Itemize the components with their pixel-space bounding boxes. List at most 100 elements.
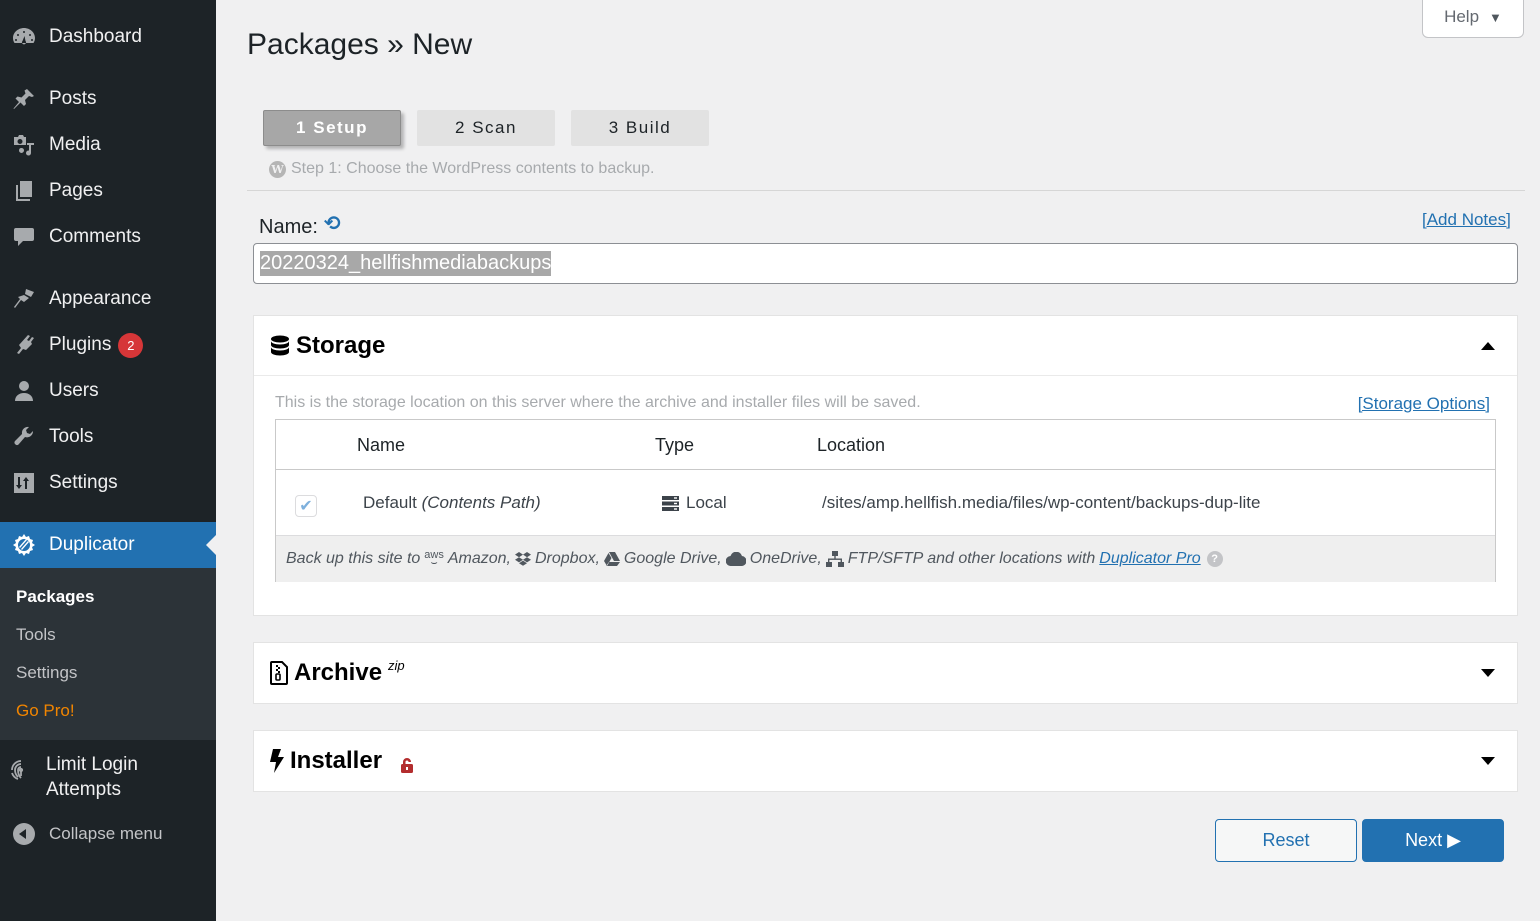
collapse-menu-button[interactable]: Collapse menu — [0, 811, 216, 857]
storage-panel-header[interactable]: Storage — [254, 316, 1517, 376]
storage-description: This is the storage location on this ser… — [275, 394, 921, 411]
aws-icon: aws ⌣ — [424, 549, 444, 569]
package-name-value: 20220324_hellfishmediabackups — [260, 251, 552, 276]
reset-name-icon[interactable]: ⟲ — [324, 211, 341, 236]
step-scan[interactable]: 2 Scan — [417, 110, 555, 146]
upsell-dropbox: Dropbox, — [535, 550, 600, 567]
google-drive-icon — [603, 552, 620, 566]
sidebar-item-appearance[interactable]: Appearance — [0, 276, 216, 322]
submenu-item-settings[interactable]: Settings — [16, 663, 77, 683]
sidebar-item-settings[interactable]: Settings — [0, 460, 216, 506]
sidebar-item-tools[interactable]: Tools — [0, 414, 216, 460]
submenu-item-packages[interactable]: Packages — [16, 587, 94, 607]
storage-pro-upsell: Back up this site to aws ⌣ Amazon, Dropbo… — [276, 535, 1495, 582]
step-description-text: Step 1: Choose the WordPress contents to… — [291, 160, 655, 177]
sidebar-label: Limit Login Attempts — [46, 754, 138, 800]
column-header-name: Name — [357, 435, 406, 455]
expand-down-icon[interactable] — [1481, 757, 1495, 765]
name-label: Name: ⟲ — [259, 213, 341, 239]
sidebar-item-posts[interactable]: Posts — [0, 76, 216, 122]
sidebar-item-users[interactable]: Users — [0, 368, 216, 414]
storage-title: Storage — [270, 332, 385, 360]
upsell-prefix: Back up this site to — [286, 550, 421, 567]
storage-panel: Storage This is the storage location on … — [253, 315, 1518, 616]
table-header: Name Type Location — [276, 420, 1495, 470]
storage-table: Name Type Location ✔ Default (Contents P… — [275, 419, 1496, 582]
upsell-gdrive: Google Drive, — [623, 550, 722, 567]
dropbox-icon — [515, 552, 531, 566]
archive-panel-header[interactable]: Archive zip — [254, 643, 1517, 703]
sidebar-label: Media — [49, 134, 101, 155]
storage-options-link[interactable]: [Storage Options] — [1358, 394, 1490, 414]
duplicator-pro-link[interactable]: Duplicator Pro — [1099, 550, 1200, 568]
archive-title-text: Archive — [294, 659, 383, 686]
settings-icon — [11, 470, 37, 496]
dashboard-icon — [11, 24, 37, 50]
reset-button[interactable]: Reset — [1215, 819, 1357, 862]
column-header-location: Location — [817, 435, 886, 455]
sidebar-label: Users — [49, 380, 99, 401]
sidebar-label: Posts — [49, 88, 97, 109]
bolt-icon — [270, 749, 284, 773]
collapse-up-icon[interactable] — [1481, 342, 1495, 350]
sidebar-item-comments[interactable]: Comments — [0, 214, 216, 260]
step-description: W Step 1: Choose the WordPress contents … — [269, 160, 654, 178]
storage-location-cell: /sites/amp.hellfish.media/files/wp-conte… — [822, 493, 1261, 512]
sidebar-item-duplicator[interactable]: Duplicator — [0, 522, 216, 568]
submenu-item-tools[interactable]: Tools — [16, 625, 56, 645]
plugin-icon — [11, 332, 37, 358]
page-title: Packages » New — [247, 28, 473, 61]
step-setup[interactable]: 1 Setup — [263, 110, 401, 146]
sidebar-item-plugins[interactable]: Plugins 2 — [0, 322, 216, 368]
sidebar-label: Duplicator — [49, 534, 135, 555]
storage-name-cell: Default (Contents Path) — [363, 493, 541, 513]
network-icon — [825, 551, 844, 567]
sidebar-label: Dashboard — [49, 26, 142, 47]
help-question-icon[interactable]: ? — [1206, 551, 1223, 567]
archive-panel: Archive zip — [253, 642, 1518, 704]
plugin-update-badge: 2 — [118, 332, 144, 358]
sidebar-label: Collapse menu — [49, 824, 163, 843]
table-row: ✔ Default (Contents Path) Local /sites/a… — [276, 471, 1495, 535]
upsell-onedrive: OneDrive, — [749, 550, 822, 567]
storage-name: Default — [363, 493, 417, 512]
add-notes-link[interactable]: [Add Notes] — [1422, 210, 1511, 230]
cloud-icon — [725, 552, 746, 566]
server-icon — [662, 495, 679, 511]
storage-checkbox[interactable]: ✔ — [295, 495, 317, 517]
storage-type: Local — [686, 493, 727, 512]
help-tab-button[interactable]: Help ▼ — [1422, 0, 1524, 38]
sidebar-label: Tools — [49, 426, 94, 447]
step-build[interactable]: 3 Build — [571, 110, 709, 146]
active-indicator — [206, 535, 216, 555]
media-icon — [11, 132, 37, 158]
sidebar-item-pages[interactable]: Pages — [0, 168, 216, 214]
duplicator-submenu: Packages Tools Settings Go Pro! — [0, 568, 216, 740]
sidebar-item-limit-login-attempts[interactable]: Limit Login Attempts — [0, 752, 216, 812]
storage-name-note: (Contents Path) — [421, 493, 541, 512]
file-archive-icon — [270, 661, 288, 685]
installer-title: Installer — [270, 747, 420, 775]
upsell-ftp: FTP/SFTP and other locations with — [847, 550, 1096, 567]
package-name-input[interactable]: 20220324_hellfishmediabackups — [253, 243, 1518, 284]
column-header-type: Type — [655, 435, 695, 455]
installer-title-text: Installer — [290, 747, 383, 774]
comment-icon — [11, 224, 37, 250]
sidebar-item-dashboard[interactable]: Dashboard — [0, 14, 216, 60]
sidebar-label: Settings — [49, 472, 118, 493]
paintbrush-icon — [11, 286, 37, 312]
help-label: Help — [1444, 7, 1480, 26]
archive-title: Archive zip — [270, 657, 405, 687]
archive-format: zip — [388, 657, 405, 673]
expand-down-icon[interactable] — [1481, 669, 1495, 677]
installer-panel-header[interactable]: Installer — [254, 731, 1517, 791]
sidebar-item-media[interactable]: Media — [0, 122, 216, 168]
collapse-icon — [11, 821, 37, 847]
storage-title-text: Storage — [296, 331, 386, 359]
sidebar-label: Plugins — [49, 334, 112, 355]
installer-panel: Installer — [253, 730, 1518, 792]
name-label-text: Name: — [259, 216, 318, 238]
next-button[interactable]: Next ▶ — [1362, 819, 1504, 862]
submenu-item-go-pro[interactable]: Go Pro! — [16, 701, 75, 721]
database-icon — [271, 335, 289, 355]
